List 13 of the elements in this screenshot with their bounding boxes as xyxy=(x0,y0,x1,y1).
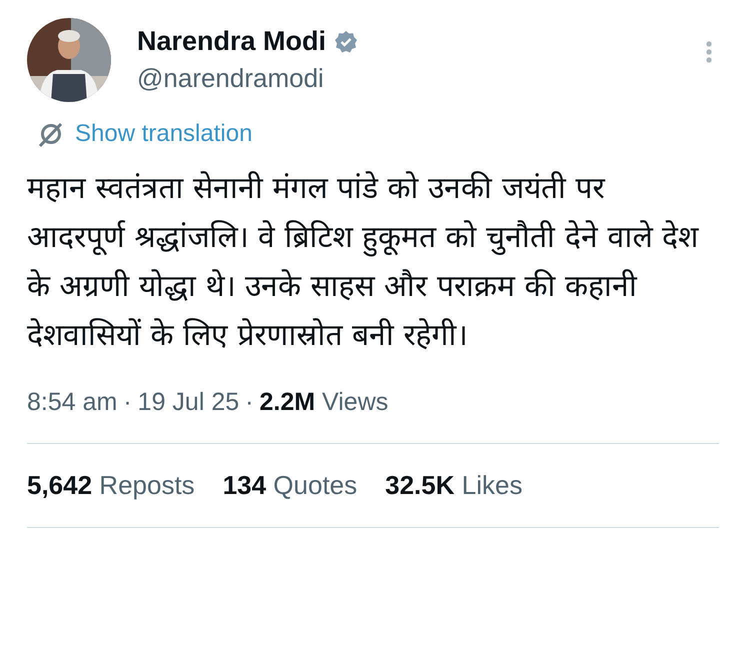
engagement-count[interactable]: 32.5K Likes xyxy=(385,470,522,501)
author-handle[interactable]: @narendramodi xyxy=(137,63,324,94)
engagement-count[interactable]: 5,642 Reposts xyxy=(27,470,195,501)
separator-dot: · xyxy=(123,388,132,417)
tweet-date[interactable]: 19 Jul 25 xyxy=(138,388,240,417)
separator-dot: · xyxy=(245,388,254,417)
tweet-time[interactable]: 8:54 am xyxy=(27,388,118,417)
author-name[interactable]: Narendra Modi xyxy=(137,26,326,57)
view-count: 2.2M Views xyxy=(259,388,388,417)
engagement-count[interactable]: 134 Quotes xyxy=(222,470,358,501)
tweet-text: महान स्वतंत्रता सेनानी मंगल पांडे को उनकी जयंती पर आदरपूर्ण श्रद्धांजलि। वे ब्रिटिश हुकूमत को चुनौती देने वाले देश के अग्रणी योद्धा थे। उनके साहस और पराक्रम की कहानी देशवासियों के लिए प्रेरणास्रोत बनी रहेगी। xyxy=(27,170,700,355)
translate-icon xyxy=(37,120,65,148)
more-options-icon[interactable] xyxy=(705,40,713,64)
